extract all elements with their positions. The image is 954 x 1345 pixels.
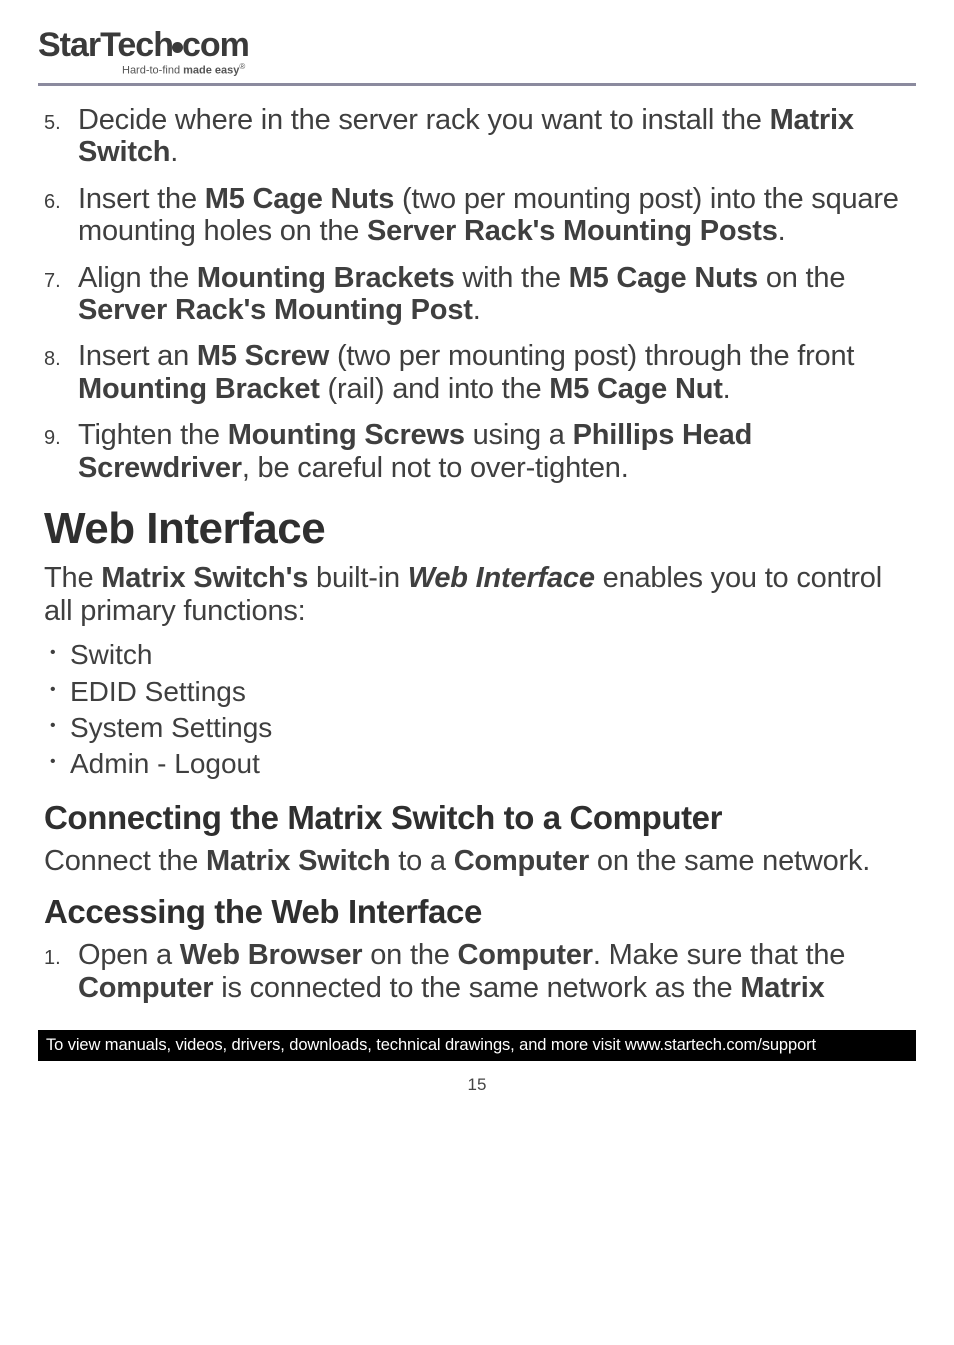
step-body: Decide where in the server rack you want… xyxy=(78,104,910,169)
tagline-bold: made easy xyxy=(183,65,239,77)
bold-text: Matrix Switch's xyxy=(101,562,308,594)
page-container: StarTechcom Hard-to-find made easy® 5.De… xyxy=(0,0,954,1115)
lead-paragraph: The Matrix Switch's built-in Web Interfa… xyxy=(44,562,910,627)
step-body: Align the Mounting Brackets with the M5 … xyxy=(78,262,910,327)
bullet-item: EDID Settings xyxy=(70,674,910,710)
step-number: 8. xyxy=(44,348,78,371)
bold-text: M5 Cage Nuts xyxy=(205,183,394,215)
logo-dot-icon xyxy=(172,42,183,53)
tagline: Hard-to-find made easy® xyxy=(122,62,916,77)
step-number: 1. xyxy=(44,947,78,970)
list-item: 9.Tighten the Mounting Screws using a Ph… xyxy=(44,419,910,484)
footer-bar: To view manuals, videos, drivers, downlo… xyxy=(38,1030,916,1061)
logo-text: StarTechcom xyxy=(38,26,249,64)
bold-text: Matrix Switch xyxy=(206,845,390,877)
bold-text: Computer xyxy=(458,939,593,971)
bullet-item: Switch xyxy=(70,637,910,673)
divider xyxy=(38,83,916,86)
bold-text: Server Rack's Mounting Post xyxy=(78,294,473,326)
list-item: 6.Insert the M5 Cage Nuts (two per mount… xyxy=(44,183,910,248)
step-body: Tighten the Mounting Screws using a Phil… xyxy=(78,419,910,484)
bold-text: Computer xyxy=(454,845,589,877)
list-item: 5.Decide where in the server rack you wa… xyxy=(44,104,910,169)
subheading-accessing: Accessing the Web Interface xyxy=(44,893,910,931)
bold-text: Computer xyxy=(78,972,213,1004)
step-number: 5. xyxy=(44,112,78,135)
bold-text: Matrix Switch xyxy=(78,104,854,168)
step-number: 7. xyxy=(44,270,78,293)
step-number: 6. xyxy=(44,191,78,214)
page-number: 15 xyxy=(38,1075,916,1115)
content-area: 5.Decide where in the server rack you wa… xyxy=(38,104,916,1005)
bold-text: Server Rack's Mounting Posts xyxy=(367,215,778,247)
bold-text: Web Browser xyxy=(180,939,363,971)
feature-bullets: SwitchEDID SettingsSystem SettingsAdmin … xyxy=(44,637,910,783)
bold-text: Mounting Brackets xyxy=(197,262,455,294)
step-body: Insert the M5 Cage Nuts (two per mountin… xyxy=(78,183,910,248)
step-number: 9. xyxy=(44,427,78,450)
brand-logo: StarTechcom Hard-to-find made easy® xyxy=(38,28,916,77)
step-body: Open a Web Browser on the Computer. Make… xyxy=(78,939,910,1004)
subheading-connecting: Connecting the Matrix Switch to a Comput… xyxy=(44,799,910,837)
tagline-prefix: Hard-to-find xyxy=(122,65,183,77)
access-steps-list: 1.Open a Web Browser on the Computer. Ma… xyxy=(44,939,910,1004)
logo-part2: com xyxy=(182,26,249,64)
bullet-item: Admin - Logout xyxy=(70,746,910,782)
bullet-item: System Settings xyxy=(70,710,910,746)
connect-paragraph: Connect the Matrix Switch to a Computer … xyxy=(44,845,910,877)
bold-text: Matrix xyxy=(740,972,824,1004)
bold-text: M5 Cage Nuts xyxy=(569,262,758,294)
bold-text: Mounting Bracket xyxy=(78,373,320,405)
bold-text: M5 Screw xyxy=(197,340,329,372)
list-item: 7.Align the Mounting Brackets with the M… xyxy=(44,262,910,327)
list-item: 8.Insert an M5 Screw (two per mounting p… xyxy=(44,340,910,405)
section-heading: Web Interface xyxy=(44,504,910,554)
registered-icon: ® xyxy=(239,62,245,71)
bold-text: M5 Cage Nut xyxy=(549,373,722,405)
bold-italic-text: Web Interface xyxy=(408,562,595,594)
step-body: Insert an M5 Screw (two per mounting pos… xyxy=(78,340,910,405)
bold-text: Mounting Screws xyxy=(228,419,465,451)
list-item: 1.Open a Web Browser on the Computer. Ma… xyxy=(44,939,910,1004)
logo-part1: StarTech xyxy=(38,26,173,64)
install-steps-list: 5.Decide where in the server rack you wa… xyxy=(44,104,910,485)
